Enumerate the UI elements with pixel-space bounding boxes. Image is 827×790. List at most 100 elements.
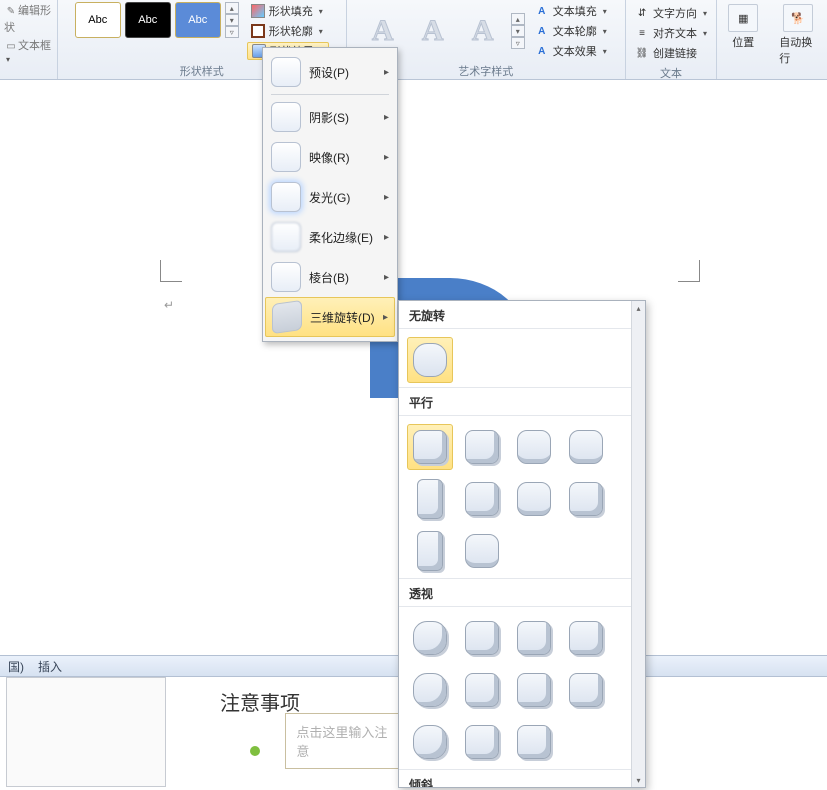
text-fill-icon: A xyxy=(535,4,549,18)
rotation-parallel-tile[interactable] xyxy=(563,424,609,470)
expand-gallery-icon[interactable]: ▿ xyxy=(225,26,239,38)
crop-mark-top-right xyxy=(678,260,700,282)
textbox-icon: ▭ xyxy=(4,39,18,53)
text-direction-icon: ⇵ xyxy=(635,6,649,20)
textbox-button[interactable]: ▭文本框 ▾ xyxy=(4,37,53,66)
wordart-preset-3[interactable]: A xyxy=(461,11,505,51)
chevron-right-icon: ▸ xyxy=(384,112,389,123)
shape-style-gallery-nav[interactable]: ▴ ▾ ▿ xyxy=(225,2,239,38)
rotation-perspective-tile[interactable] xyxy=(407,719,453,765)
wordart-preset-1[interactable]: A xyxy=(361,11,405,51)
gallery-section-oblique: 倾斜 xyxy=(399,769,631,787)
rotation-perspective-tile[interactable] xyxy=(459,615,505,661)
rotation-parallel-tile[interactable] xyxy=(511,476,557,522)
rotation-perspective-tile[interactable] xyxy=(459,719,505,765)
text-fill-button[interactable]: A文本填充▾ xyxy=(531,2,611,20)
wrap-text-button[interactable]: 🐕 自动换行 xyxy=(773,2,823,68)
expand-gallery-icon[interactable]: ▿ xyxy=(511,37,525,49)
link-icon: ⛓ xyxy=(635,46,649,60)
rotation-parallel-tile[interactable] xyxy=(459,528,505,574)
text-effects-icon: A xyxy=(535,44,549,58)
chevron-down-icon[interactable]: ▾ xyxy=(225,14,239,26)
menu-item-3d-rotation[interactable]: 三维旋转(D) ▸ xyxy=(265,297,395,337)
shape-fill-button[interactable]: 形状填充▾ xyxy=(247,2,329,20)
ribbon-group-position: ▦ 位置 xyxy=(717,0,769,79)
ribbon: ✎编辑形状 ▭文本框 ▾ Abc Abc Abc ▴ ▾ ▿ 形状填充▾ 形状轮… xyxy=(0,0,827,80)
status-tab-insert[interactable]: 插入 xyxy=(38,658,62,675)
menu-item-glow[interactable]: 发光(G) ▸ xyxy=(265,177,395,217)
rotation-perspective-tile[interactable] xyxy=(563,615,609,661)
edit-shape-icon: ✎ xyxy=(4,5,18,19)
create-link-button[interactable]: ⛓创建链接 xyxy=(631,44,711,62)
text-direction-button[interactable]: ⇵文字方向▾ xyxy=(631,4,711,22)
chevron-up-icon[interactable]: ▴ xyxy=(511,13,525,25)
bevel-icon xyxy=(271,262,301,292)
slide-thumbnail[interactable] xyxy=(6,677,166,787)
shape-outline-button[interactable]: 形状轮廓▾ xyxy=(247,22,329,40)
rotation-perspective-tile[interactable] xyxy=(407,615,453,661)
chevron-down-icon: ▾ xyxy=(319,27,323,36)
rotation-perspective-tile[interactable] xyxy=(459,667,505,713)
notes-placeholder-input[interactable]: 点击这里输入注意 xyxy=(285,713,405,769)
ribbon-group-text: ⇵文字方向▾ ≡对齐文本▾ ⛓创建链接 文本 xyxy=(626,0,718,79)
rotation-parallel-tile[interactable] xyxy=(407,476,453,522)
menu-separator xyxy=(271,94,389,95)
menu-item-reflection[interactable]: 映像(R) ▸ xyxy=(265,137,395,177)
shape-style-preset-1[interactable]: Abc xyxy=(75,2,121,38)
position-button[interactable]: ▦ 位置 xyxy=(722,2,764,52)
menu-item-soft-edges[interactable]: 柔化边缘(E) ▸ xyxy=(265,217,395,257)
align-text-icon: ≡ xyxy=(635,26,649,40)
rotation-none-tile[interactable] xyxy=(407,337,453,383)
chevron-right-icon: ▸ xyxy=(384,272,389,283)
rotation-perspective-tile[interactable] xyxy=(511,719,557,765)
rotation-parallel-tile[interactable] xyxy=(407,528,453,574)
chevron-right-icon: ▸ xyxy=(384,232,389,243)
shape-style-preset-3[interactable]: Abc xyxy=(175,2,221,38)
chevron-down-icon: ▾ xyxy=(319,7,323,16)
outline-icon xyxy=(251,24,265,38)
scroll-up-icon[interactable]: ▴ xyxy=(632,301,645,315)
wordart-preset-2[interactable]: A xyxy=(411,11,455,51)
rotation-parallel-tile[interactable] xyxy=(407,424,453,470)
wrap-icon: 🐕 xyxy=(783,4,813,32)
wordart-gallery-nav[interactable]: ▴ ▾ ▿ xyxy=(511,13,525,49)
rotation-parallel-tile[interactable] xyxy=(459,476,505,522)
chevron-right-icon: ▸ xyxy=(383,312,388,323)
chevron-down-icon[interactable]: ▾ xyxy=(511,25,525,37)
scroll-down-icon[interactable]: ▾ xyxy=(632,773,645,787)
rotation-perspective-tile[interactable] xyxy=(511,667,557,713)
rotation-parallel-tile[interactable] xyxy=(459,424,505,470)
text-outline-button[interactable]: A文本轮廓▾ xyxy=(531,22,611,40)
edit-shape-button[interactable]: ✎编辑形状 xyxy=(4,2,53,35)
menu-item-shadow[interactable]: 阴影(S) ▸ xyxy=(265,97,395,137)
rotation-parallel-tile[interactable] xyxy=(511,424,557,470)
rotation-perspective-tile[interactable] xyxy=(511,615,557,661)
gallery-section-perspective: 透视 xyxy=(399,578,631,607)
gallery-scrollbar[interactable]: ▴ ▾ xyxy=(631,301,645,787)
rotation-perspective-tile[interactable] xyxy=(563,667,609,713)
gallery-section-no-rotation: 无旋转 xyxy=(399,301,631,329)
ribbon-group-insert-shapes: ✎编辑形状 ▭文本框 ▾ xyxy=(0,0,58,79)
chevron-right-icon: ▸ xyxy=(384,192,389,203)
fill-icon xyxy=(251,4,265,18)
shadow-icon xyxy=(271,102,301,132)
text-effects-button[interactable]: A文本效果▾ xyxy=(531,42,611,60)
preset-icon xyxy=(271,57,301,87)
reflection-icon xyxy=(271,142,301,172)
rotation-3d-gallery: ▴ ▾ 无旋转 平行 透视 xyxy=(398,300,646,788)
menu-item-bevel[interactable]: 棱台(B) ▸ xyxy=(265,257,395,297)
chevron-right-icon: ▸ xyxy=(384,152,389,163)
glow-icon xyxy=(271,182,301,212)
gallery-section-parallel: 平行 xyxy=(399,387,631,416)
crop-mark-top-left xyxy=(160,260,182,282)
rotation-perspective-tile[interactable] xyxy=(407,667,453,713)
shape-effects-menu: 预设(P) ▸ 阴影(S) ▸ 映像(R) ▸ 发光(G) ▸ 柔化边缘(E) … xyxy=(262,47,398,342)
ribbon-group-wrap: 🐕 自动换行 xyxy=(769,0,827,79)
chevron-up-icon[interactable]: ▴ xyxy=(225,2,239,14)
status-tab[interactable]: 国) xyxy=(8,658,24,675)
align-text-button[interactable]: ≡对齐文本▾ xyxy=(631,24,711,42)
shape-style-preset-2[interactable]: Abc xyxy=(125,2,171,38)
rotation-parallel-tile[interactable] xyxy=(563,476,609,522)
bullet-icon xyxy=(250,746,260,756)
menu-item-preset[interactable]: 预设(P) ▸ xyxy=(265,52,395,92)
